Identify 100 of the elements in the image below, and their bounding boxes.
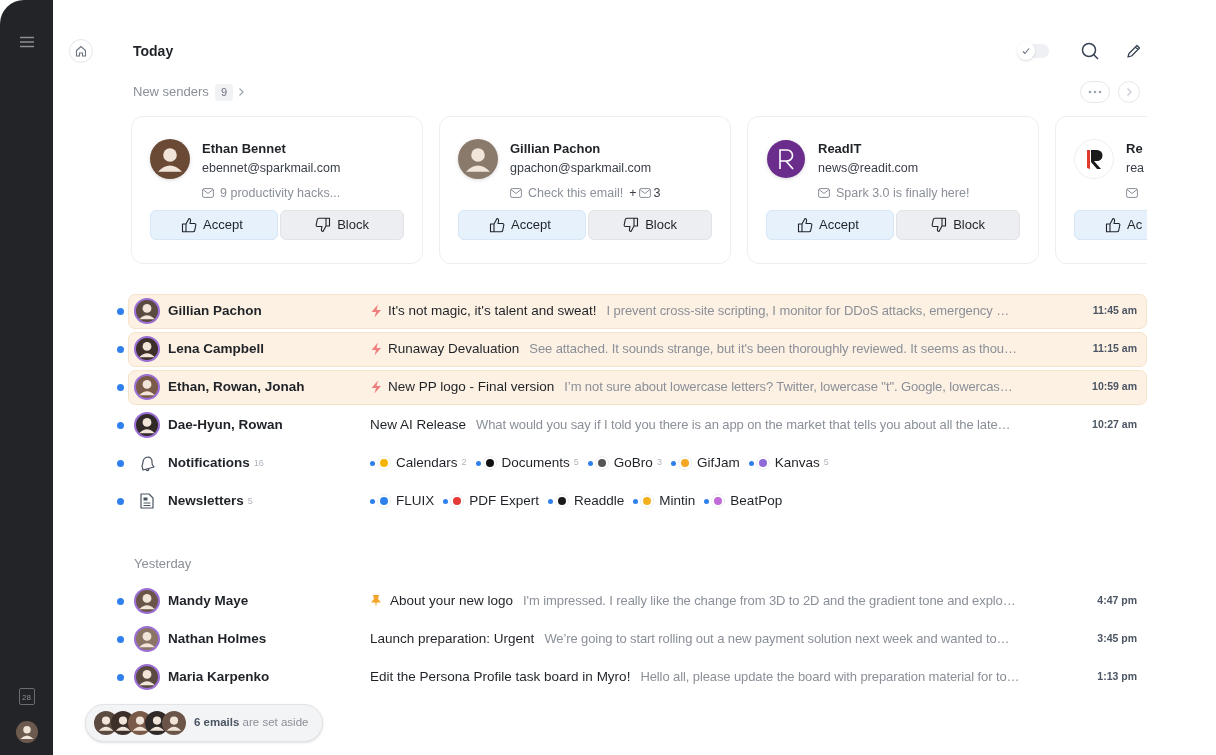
sender-email: rea bbox=[1126, 160, 1145, 176]
sender-name: Nathan Holmes bbox=[168, 629, 267, 648]
block-button[interactable]: Block bbox=[588, 210, 712, 240]
email-preview: I’m not sure about lowercase letters? Twitter, lowercase "t". Google, lowercas… bbox=[564, 378, 1013, 397]
email-row[interactable]: Lena Campbell Runaway Devaluation See attached. It sounds strange, but it's been thoroughly reviewed. It seems as thou… 11:15 am bbox=[128, 331, 1147, 367]
app-icon bbox=[482, 456, 497, 470]
more-label: + bbox=[629, 184, 637, 202]
sender-email: gpachon@sparkmail.com bbox=[510, 160, 653, 176]
sender-name: Gillian Pachon bbox=[510, 141, 602, 157]
app-name[interactable]: Kanvas bbox=[774, 452, 820, 474]
app-name[interactable]: Calendars bbox=[396, 452, 458, 474]
thumbs-down-icon bbox=[315, 217, 332, 233]
check-icon bbox=[1022, 47, 1030, 55]
chevron-right-icon[interactable] bbox=[237, 87, 245, 97]
avatar-icon bbox=[134, 374, 160, 400]
app-icon bbox=[677, 456, 692, 470]
envelope-icon bbox=[818, 188, 830, 198]
app-name[interactable]: BeatPop bbox=[730, 490, 783, 512]
bell-icon bbox=[138, 454, 156, 472]
sender-name: ReadIT bbox=[818, 141, 863, 157]
block-button[interactable]: Block bbox=[280, 210, 404, 240]
email-subject: New AI Release bbox=[370, 415, 467, 434]
sender-email: news@readit.com bbox=[818, 160, 920, 176]
thumbs-up-icon bbox=[1105, 217, 1121, 233]
avatar-icon bbox=[134, 664, 160, 690]
user-avatar[interactable] bbox=[15, 721, 38, 743]
page-title: Today bbox=[133, 41, 174, 61]
app-name[interactable]: Documents bbox=[501, 452, 570, 474]
app-icon bbox=[640, 494, 655, 508]
sender-name: Maria Karpenko bbox=[168, 667, 270, 686]
set-aside-button[interactable]: 6 emails are set aside bbox=[85, 704, 324, 742]
section-label: New senders bbox=[133, 83, 209, 102]
count-label: 5 bbox=[247, 495, 253, 509]
menu-icon[interactable] bbox=[18, 36, 35, 48]
avatar-icon bbox=[162, 711, 186, 735]
sender-email: ebennet@sparkmail.com bbox=[202, 160, 341, 176]
app-icon bbox=[377, 456, 391, 470]
sender-name: Newsletters bbox=[168, 491, 244, 510]
block-button[interactable]: Block bbox=[896, 210, 1020, 240]
sender-name: Mandy Maye bbox=[168, 591, 249, 610]
app-icon bbox=[711, 494, 726, 508]
app-name[interactable]: Readdle bbox=[574, 490, 625, 512]
count-label: 5 bbox=[823, 456, 829, 470]
time-label: 1:13 pm bbox=[1096, 669, 1137, 685]
email-subject: Launch preparation: Urgent bbox=[370, 629, 535, 648]
search-icon[interactable] bbox=[1081, 42, 1099, 60]
more-count: 3 bbox=[653, 184, 661, 202]
accept-button[interactable]: Accept bbox=[766, 210, 895, 240]
email-subject: About your new logo bbox=[390, 591, 514, 610]
avatar-icon bbox=[134, 412, 160, 438]
preview-text: 9 productivity hacks... bbox=[220, 184, 341, 202]
logo-icon bbox=[766, 139, 806, 179]
preview-text: Spark 3.0 is finally here! bbox=[836, 184, 970, 202]
count-label: 3 bbox=[656, 456, 662, 470]
compose-icon[interactable] bbox=[1126, 43, 1142, 59]
email-preview: See attached. It sounds strange, but it's been thoroughly reviewed. It seems as thou… bbox=[529, 340, 1017, 359]
avatar-icon bbox=[134, 588, 160, 614]
envelope-icon bbox=[510, 188, 522, 198]
app-icon bbox=[377, 494, 391, 508]
thumbs-up-icon bbox=[797, 217, 813, 233]
avatar-icon bbox=[134, 626, 160, 652]
app-name[interactable]: FLUIX bbox=[396, 490, 435, 512]
app-name[interactable]: Mintin bbox=[659, 490, 696, 512]
email-subject: New PP logo - Final version bbox=[388, 377, 555, 396]
email-subject: Edit the Persona Profile task board in Myro! bbox=[370, 667, 631, 686]
envelope-icon bbox=[638, 188, 651, 198]
email-preview: What would you say if I told you there is an app on the market that tells you about all the late… bbox=[476, 416, 1011, 435]
thumbs-up-icon bbox=[489, 217, 505, 233]
time-label: 10:27 am bbox=[1091, 417, 1137, 433]
chevron-right-icon bbox=[1125, 87, 1133, 97]
sender-name: Notifications bbox=[168, 453, 250, 472]
accept-button[interactable]: Accept bbox=[150, 210, 279, 240]
app-name[interactable]: GoBro bbox=[613, 452, 653, 474]
count-label: 2 bbox=[461, 456, 467, 470]
app-name[interactable]: PDF Expert bbox=[469, 490, 540, 512]
avatar-icon bbox=[134, 336, 160, 362]
sender-name: Ethan Bennet bbox=[202, 141, 287, 157]
email-subject: It's not magic, it's talent and sweat! bbox=[388, 301, 597, 320]
logo-icon bbox=[1074, 139, 1114, 179]
thumbs-down-icon bbox=[623, 217, 640, 233]
time-label: 10:59 am bbox=[1091, 379, 1137, 395]
done-toggle[interactable] bbox=[1019, 44, 1049, 58]
accept-button[interactable]: Ac bbox=[1074, 210, 1147, 240]
preview-text: Check this email! bbox=[528, 184, 624, 202]
email-subject: Runaway Devaluation bbox=[388, 339, 520, 358]
email-row[interactable]: Ethan, Rowan, Jonah New PP logo - Final version I’m not sure about lowercase letters? Twitter, lowercase "t". Google, lowercas… 10:59 am bbox=[128, 369, 1147, 405]
email-preview: Hello all, please update the board with preparation material for to… bbox=[640, 668, 1020, 687]
email-row[interactable]: Gillian Pachon It's not magic, it's talent and sweat! I prevent cross-site scripting, I monitor for DDoS attacks, emergency … 11:45 am bbox=[128, 293, 1147, 329]
app-name[interactable]: GifJam bbox=[696, 452, 740, 474]
count-label: 16 bbox=[253, 457, 264, 471]
app-icon bbox=[555, 494, 570, 508]
avatar-icon bbox=[150, 139, 190, 179]
home-icon bbox=[75, 45, 87, 57]
calendar-icon[interactable]: 28 bbox=[18, 688, 35, 705]
sender-name: Dae-Hyun, Rowan bbox=[168, 415, 283, 434]
section-heading: Yesterday bbox=[134, 555, 193, 573]
app-icon bbox=[450, 494, 465, 508]
time-label: 3:45 pm bbox=[1096, 631, 1137, 647]
accept-button[interactable]: Accept bbox=[458, 210, 587, 240]
envelope-icon bbox=[1126, 188, 1138, 198]
